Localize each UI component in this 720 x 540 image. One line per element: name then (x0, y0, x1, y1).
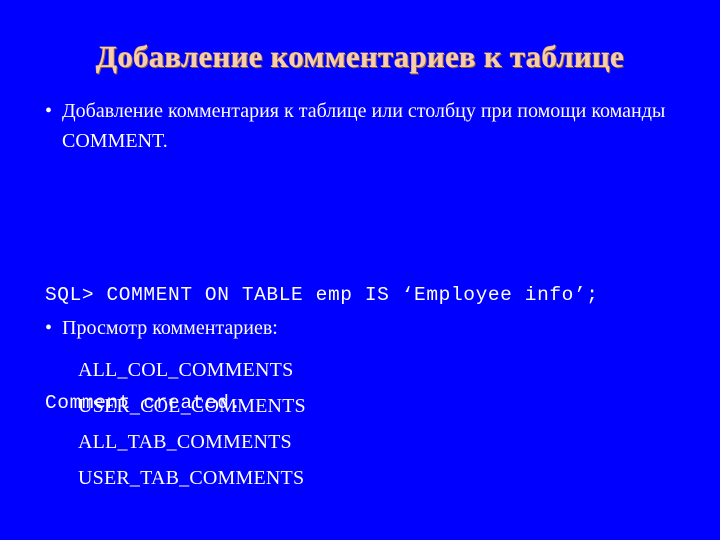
bullet-marker-icon: • (45, 100, 53, 122)
sql-command-line: SQL> COMMENT ON TABLE emp IS ‘Employee i… (45, 284, 599, 306)
bullet-item-view-comments: • Просмотр комментариев: (0, 313, 720, 343)
slide-body: • Добавление комментария к таблице или с… (0, 96, 720, 156)
bullet-text: Добавление комментария к таблице или сто… (62, 100, 666, 152)
bullet-text: Просмотр комментариев: (62, 317, 278, 339)
bullet-marker-icon: • (45, 317, 53, 339)
list-item: ALL_TAB_COMMENTS (78, 431, 292, 453)
list-item: USER_COL_COMMENTS (78, 395, 306, 417)
bullet-item-comment-command: • Добавление комментария к таблице или с… (0, 96, 720, 156)
slide-title: Добавление комментариев к таблице (95, 39, 625, 74)
dictionary-view-list: ALL_COL_COMMENTS USER_COL_COMMENTS ALL_T… (78, 352, 678, 496)
bullet-row: • Просмотр комментариев: (0, 313, 720, 343)
list-item: USER_TAB_COMMENTS (78, 467, 305, 489)
list-item: ALL_COL_COMMENTS (78, 359, 294, 381)
presentation-slide: Добавление комментариев к таблице • Доба… (0, 0, 720, 540)
